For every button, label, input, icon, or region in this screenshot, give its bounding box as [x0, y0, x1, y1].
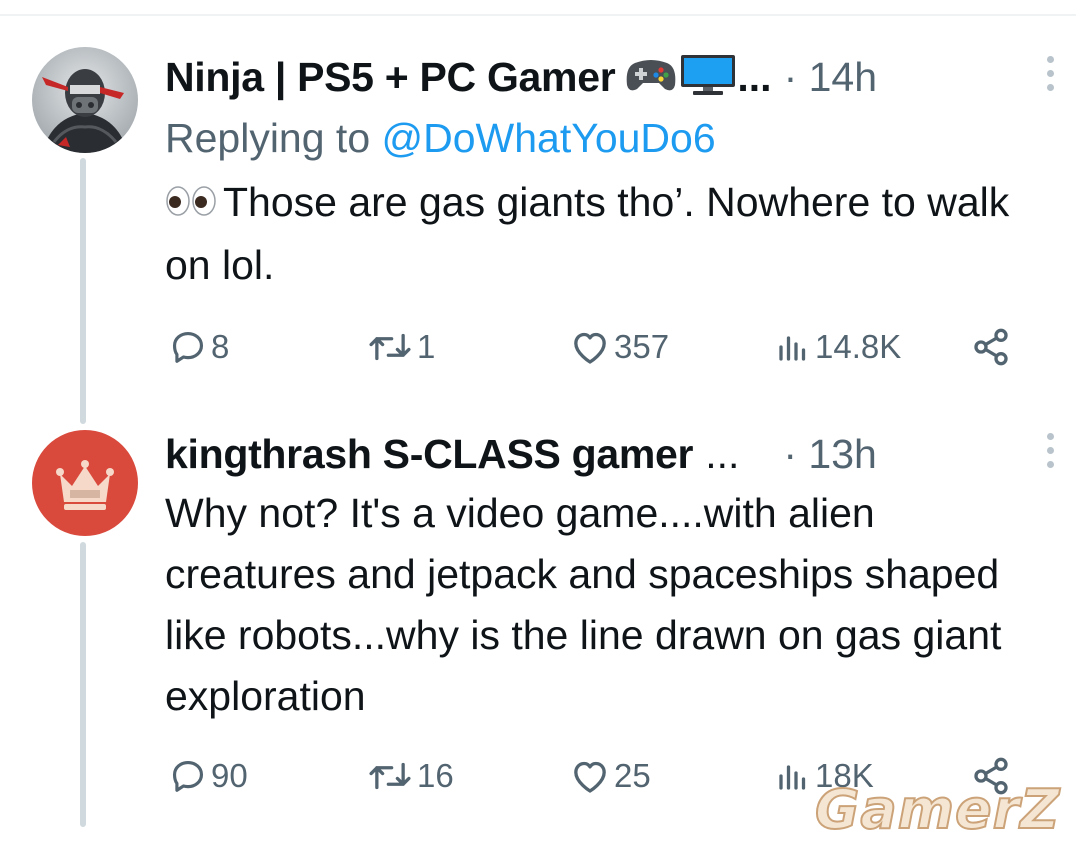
share-button[interactable]	[971, 322, 1011, 372]
retweet-count: 16	[417, 757, 454, 794]
like-count: 357	[614, 328, 670, 365]
more-icon[interactable]	[1043, 54, 1057, 94]
views-icon	[775, 329, 811, 365]
avatar[interactable]	[32, 430, 138, 536]
name-truncation: ...	[705, 430, 740, 477]
eyes-emoji-icon	[165, 174, 217, 235]
reply-button[interactable]: 8	[169, 322, 229, 372]
tweet-header: Ninja | PS5 + PC Gamer ... · 14h	[165, 50, 1054, 104]
reply-icon	[169, 328, 207, 366]
tweet[interactable]: kingthrash S-CLASS gamer ... · 13h Why n…	[165, 427, 1054, 795]
tweet-timestamp[interactable]: · 13h	[783, 431, 876, 478]
tweet-thread: Ninja | PS5 + PC Gamer ... · 14h Replyin…	[0, 0, 1076, 841]
reply-count: 90	[211, 757, 248, 794]
display-name[interactable]: kingthrash S-CLASS gamer	[165, 431, 693, 478]
views-icon	[775, 758, 811, 794]
like-icon	[570, 757, 610, 795]
views-button[interactable]: 14.8K	[775, 322, 901, 372]
like-count: 25	[614, 757, 651, 794]
display-name[interactable]: Ninja | PS5 + PC Gamer	[165, 54, 616, 101]
thread-connector	[80, 158, 86, 424]
desktop-computer-icon	[679, 53, 737, 102]
retweet-button[interactable]: 1	[367, 322, 435, 372]
replying-prefix: Replying to	[165, 115, 382, 161]
views-count: 14.8K	[815, 328, 902, 365]
tweet-header: kingthrash S-CLASS gamer ... · 13h	[165, 427, 1054, 481]
tweet[interactable]: Ninja | PS5 + PC Gamer ... · 14h Replyin…	[165, 50, 1054, 366]
mention-link[interactable]: @DoWhatYouDo6	[382, 115, 716, 161]
avatar[interactable]	[32, 47, 138, 153]
reply-icon	[169, 757, 207, 795]
gamepad-icon	[625, 55, 677, 100]
more-icon[interactable]	[1043, 431, 1057, 471]
watermark: GamerZ	[814, 777, 1061, 841]
retweet-icon	[367, 757, 413, 795]
tweet-body: Those are gas giants tho’. Nowhere to wa…	[165, 179, 1010, 288]
tweet-text: Why not? It's a video game....with alien…	[165, 490, 1002, 719]
thread-connector	[80, 542, 86, 827]
retweet-count: 1	[417, 328, 436, 365]
action-bar: 8 1 357 14.8K	[165, 322, 1045, 372]
top-divider	[0, 14, 1076, 16]
reply-count: 8	[211, 328, 230, 365]
like-icon	[570, 328, 610, 366]
tweet-text: Those are gas giants tho’. Nowhere to wa…	[165, 172, 1045, 296]
name-truncation: ...	[737, 53, 772, 100]
retweet-icon	[367, 328, 413, 366]
retweet-button[interactable]: 16	[367, 751, 454, 801]
like-button[interactable]: 357	[570, 322, 669, 372]
tweet-timestamp[interactable]: · 14h	[784, 54, 877, 101]
reply-button[interactable]: 90	[169, 751, 248, 801]
like-button[interactable]: 25	[570, 751, 651, 801]
share-icon	[971, 327, 1011, 367]
replying-to: Replying to @DoWhatYouDo6	[165, 110, 1045, 166]
